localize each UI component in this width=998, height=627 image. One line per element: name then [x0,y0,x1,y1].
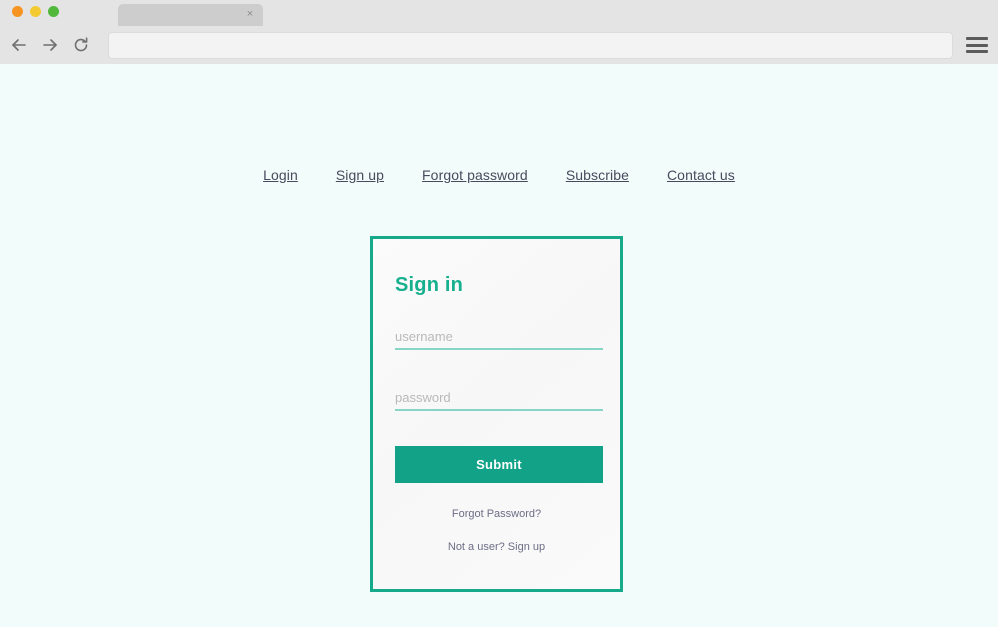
browser-tab[interactable]: × [118,4,263,26]
page-content: Login Sign up Forgot password Subscribe … [0,64,998,627]
back-arrow-icon[interactable] [10,36,28,54]
submit-button[interactable]: Submit [395,446,603,483]
browser-chrome: × [0,0,998,64]
browser-titlebar: × [0,0,998,26]
reload-icon[interactable] [72,36,90,54]
window-controls [12,6,59,17]
close-tab-icon[interactable]: × [244,8,256,20]
nav-link-contact-us[interactable]: Contact us [667,167,735,183]
browser-toolbar [0,26,998,64]
nav-link-login[interactable]: Login [263,167,298,183]
maximize-window-button[interactable] [48,6,59,17]
forward-arrow-icon[interactable] [41,36,59,54]
close-window-button[interactable] [12,6,23,17]
signin-card-body: Sign in Submit Forgot Password? Not a us… [373,239,620,589]
menu-bar-3 [966,50,988,53]
address-bar[interactable] [108,32,953,59]
username-input[interactable] [395,329,603,350]
hamburger-menu-icon[interactable] [966,35,988,55]
browser-tab-title [118,4,263,8]
minimize-window-button[interactable] [30,6,41,17]
signin-card: Sign in Submit Forgot Password? Not a us… [370,236,623,592]
sign-up-link[interactable]: Not a user? Sign up [373,541,620,553]
navigation-buttons [10,26,90,64]
top-navigation: Login Sign up Forgot password Subscribe … [0,167,998,183]
password-input[interactable] [395,390,603,411]
forgot-password-link[interactable]: Forgot Password? [373,508,620,520]
nav-link-forgot-password[interactable]: Forgot password [422,167,528,183]
menu-bar-1 [966,37,988,40]
menu-bar-2 [966,43,988,47]
signin-title: Sign in [395,274,464,296]
nav-link-sign-up[interactable]: Sign up [336,167,384,183]
nav-link-subscribe[interactable]: Subscribe [566,167,629,183]
